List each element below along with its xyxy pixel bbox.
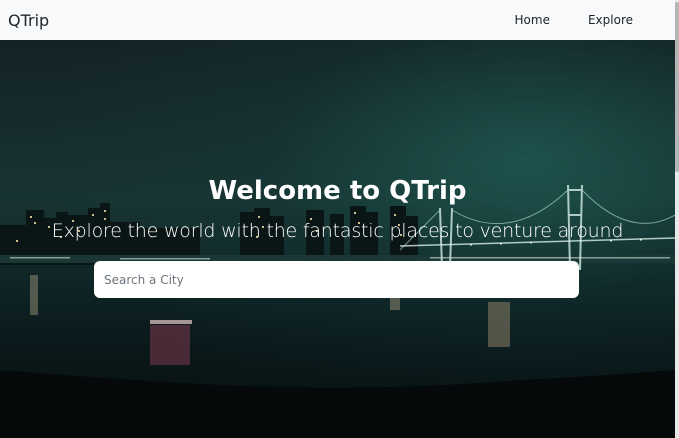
- nav-links: Home Explore: [515, 13, 633, 27]
- hero-subtitle: Explore the world with the fantastic pla…: [51, 220, 624, 242]
- nav-link-home[interactable]: Home: [515, 13, 550, 27]
- page-scrollbar[interactable]: [675, 0, 679, 438]
- nav-link-explore[interactable]: Explore: [588, 13, 633, 27]
- navbar: QTrip Home Explore: [0, 0, 675, 40]
- city-search-input[interactable]: [94, 261, 579, 298]
- scrollbar-thumb[interactable]: [675, 2, 679, 172]
- brand-logo-link[interactable]: QTrip: [8, 11, 49, 30]
- hero-title: Welcome to QTrip: [208, 176, 467, 206]
- hero-section: Welcome to QTrip Explore the world with …: [0, 40, 675, 438]
